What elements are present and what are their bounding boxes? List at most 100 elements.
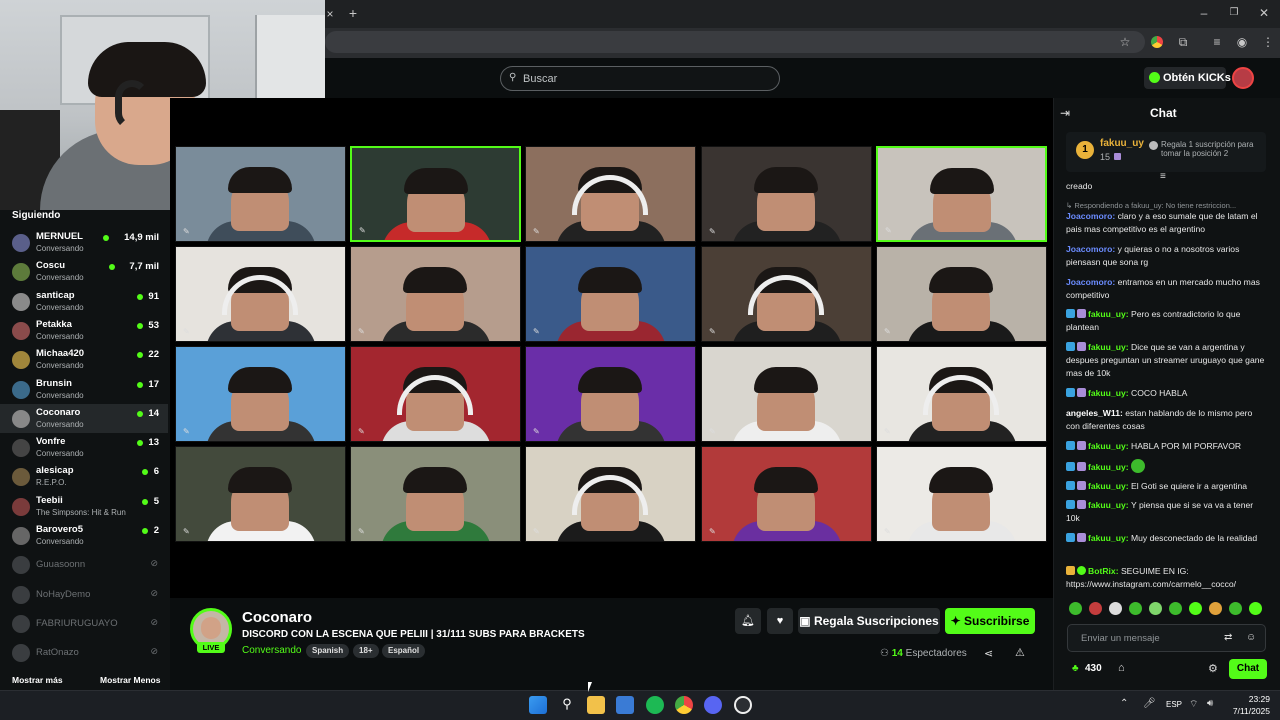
sidebar-item-coconaro[interactable]: Coconaro Conversando 14 [0,403,168,433]
tag-age[interactable]: 18+ [353,644,379,658]
sidebar-item-petakka[interactable]: Petakka Conversando 53 [0,316,168,345]
sidebar-item-alesicap[interactable]: alesicap R.E.P.O. 6 [0,462,168,491]
system-clock[interactable]: 23:29 7/11/2025 [1226,693,1270,717]
emote-icon[interactable] [1089,602,1102,615]
emote-icon[interactable] [1169,602,1182,615]
language-indicator[interactable]: ESP [1166,700,1182,709]
microphone-icon[interactable]: 🎤︎ [1143,698,1156,709]
chat-username[interactable]: fakuu_uy: [1088,500,1131,510]
collapse-chat-icon[interactable]: ⇥ [1060,106,1070,120]
show-less-link[interactable]: Mostrar Menos [100,675,160,685]
windows-start-icon[interactable] [529,696,547,714]
discord-icon[interactable] [704,696,722,714]
video-player[interactable]: ✎ ✎ ✎ ✎ ✎ ✎ ✎ ✎ ✎ ✎ ✎ ✎ ✎ ✎ ✎ ✎ ✎ ✎ ✎ ✎ [170,98,1053,598]
menu-kebab-icon[interactable]: ⋮ [1260,35,1276,49]
chat-username[interactable]: fakuu_uy: [1088,441,1131,451]
sidebar-item-fabriuruguayo[interactable]: FABRIURUGUAYO ⊘ [0,609,168,638]
spotify-icon[interactable] [646,696,664,714]
tray-chevron-icon[interactable]: ⌃ [1120,698,1128,709]
sidebar-item-teebii[interactable]: Teebii The Simpsons: Hit & Run 5 [0,492,168,521]
chat-username[interactable]: Joacomoro: [1066,211,1118,221]
chat-username[interactable]: BotRix: [1088,566,1121,576]
channel-points[interactable]: 430 [1085,663,1102,674]
chat-username[interactable]: fakuu_uy: [1088,481,1131,491]
bookmark-star-icon[interactable]: ☆ [1117,35,1133,49]
chat-message-input[interactable]: Enviar un mensaje ⇄ ☺ [1067,624,1266,652]
media-icon[interactable]: ≡ [1209,35,1225,49]
chat-username[interactable]: Joacomoro: [1066,277,1118,287]
chat-username[interactable]: fakuu_uy: [1088,462,1131,472]
notification-bell-icon[interactable]: 🔔︎ [735,608,761,634]
maximize-icon[interactable]: ❐ [1226,6,1242,20]
sidebar-item-santicap[interactable]: santicap Conversando 91 [0,287,168,316]
get-kicks-button[interactable]: Obtén KICKs [1144,67,1231,89]
emote-icon[interactable] [1249,602,1262,615]
sidebar-item-michaa420[interactable]: Michaa420 Conversando 22 [0,345,168,374]
report-icon[interactable]: ⚠ [1015,646,1025,659]
sidebar-item-mernuel[interactable]: MERNUEL Conversando 14,9 mil [0,228,168,257]
gift-leaderboard[interactable]: 1 fakuu_uy 15 Regala 1 suscripción para … [1066,132,1266,172]
close-window-icon[interactable]: ✕ [1256,6,1272,20]
participant-hair [403,467,467,493]
sidebar-item-coscu[interactable]: Coscu Conversando 7,7 mil [0,257,168,286]
sidebar-item-brunsin[interactable]: Brunsin Conversando 17 [0,375,168,404]
stream-category[interactable]: Conversando [242,645,301,656]
channel-name[interactable]: Coconaro [242,609,312,626]
share-icon[interactable]: ⋖ [984,647,993,660]
channel-avatar [12,497,30,516]
sidebar-item-ratonazo[interactable]: RatOnazo ⊘ [0,638,168,667]
emote-icon[interactable] [1229,602,1242,615]
send-chat-button[interactable]: Chat [1229,659,1267,679]
translate-icon[interactable]: ⇄ [1224,632,1232,643]
chat-username[interactable]: fakuu_uy: [1088,533,1131,543]
sidebar-item-vonfre[interactable]: Vonfre Conversando 13 [0,433,168,462]
pin-icon: ✎ [709,527,716,536]
minimize-icon[interactable]: – [1196,6,1212,20]
profile-icon[interactable]: ◉ [1234,35,1250,49]
emote-icon[interactable] [1149,602,1162,615]
obs-icon[interactable] [734,696,752,714]
emote-icon[interactable] [1109,602,1122,615]
subscribe-button[interactable]: ✦ Suscribirse [945,608,1035,634]
following-sidebar: Siguiendo MERNUEL Conversando 14,9 mil Cosc… [0,210,170,690]
file-explorer-icon[interactable] [587,696,605,714]
sidebar-item-nohaydemo[interactable]: NoHayDemo ⊘ [0,580,168,609]
show-more-link[interactable]: Mostrar más [12,675,63,685]
chat-settings-icon[interactable]: ⚙ [1208,662,1218,675]
chat-username[interactable]: fakuu_uy: [1088,388,1131,398]
sidebar-item-guuasoonn[interactable]: Guuasoonn ⊘ [0,550,168,579]
store-app-icon[interactable] [616,696,634,714]
pin-icon: ✎ [885,226,892,235]
taskbar-search-icon[interactable]: ⚲ [558,696,576,714]
puzzle-icon[interactable]: ⧉ [1175,35,1191,49]
volume-icon[interactable]: 🔊︎ [1207,698,1213,709]
emote-icon[interactable] [1209,602,1222,615]
extension-icon[interactable] [1151,36,1163,48]
chat-username[interactable]: Joacomoro: [1066,244,1118,254]
follow-heart-icon[interactable]: ♥ [767,608,793,634]
chrome-icon[interactable] [675,696,693,714]
tag-espanol[interactable]: Español [382,644,426,658]
chat-username[interactable]: fakuu_uy: [1088,342,1131,352]
chat-username[interactable]: fakuu_uy: [1088,309,1131,319]
sidebar-viewer-count: 6 [153,466,159,478]
live-dot-icon [136,410,143,417]
emote-icon[interactable] [1129,602,1142,615]
tag-language[interactable]: Spanish [306,644,350,658]
url-field[interactable] [325,31,1145,53]
emoji-icon[interactable]: ☺ [1246,632,1256,643]
search-input[interactable]: ⚲ Buscar [500,66,780,91]
sidebar-item-barovero5[interactable]: Barovero5 Conversando 2 [0,521,168,550]
emote-icon[interactable] [1069,602,1082,615]
user-avatar[interactable] [1232,67,1254,89]
participant-tile: ✎ [525,346,696,442]
store-icon[interactable]: ⌂ [1118,662,1125,674]
chat-text: COCO HABLA [1130,388,1188,398]
emote-icon[interactable] [1189,602,1202,615]
sidebar-viewer-count: 14 [148,407,159,419]
wifi-icon[interactable]: ⌔ [1189,698,1198,711]
chat-username[interactable]: angeles_W11: [1066,408,1125,418]
sub-icon [1114,153,1121,160]
gift-subs-button[interactable]: ▣ Regala Suscripciones [798,608,940,634]
new-tab-icon[interactable]: + [345,6,361,20]
